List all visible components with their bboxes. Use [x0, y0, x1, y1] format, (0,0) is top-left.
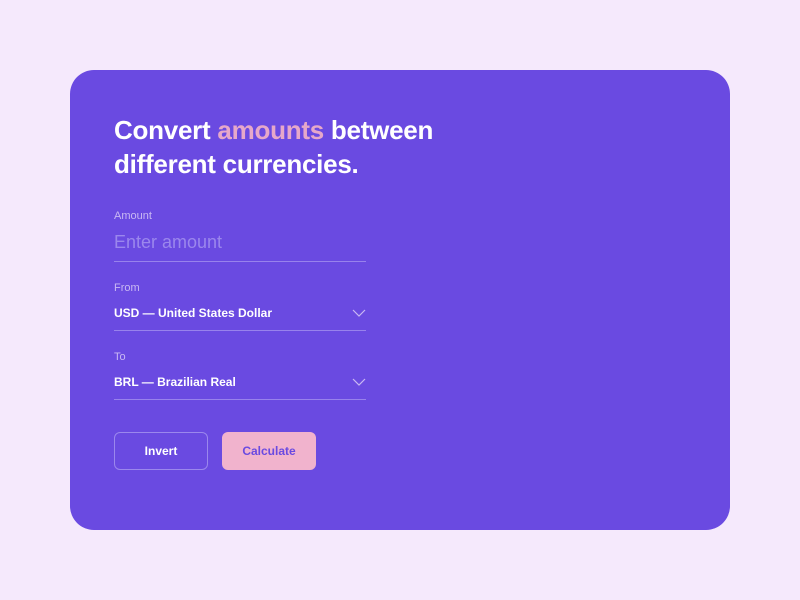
- amount-input[interactable]: [114, 228, 366, 262]
- to-label: To: [114, 351, 366, 363]
- from-field: From USD — United States Dollar: [114, 282, 366, 331]
- chevron-down-icon: [352, 304, 366, 322]
- from-selected-value: USD — United States Dollar: [114, 306, 272, 320]
- invert-button[interactable]: Invert: [114, 432, 208, 470]
- from-label: From: [114, 282, 366, 294]
- calculate-button[interactable]: Calculate: [222, 432, 316, 470]
- amount-field: Amount: [114, 210, 366, 262]
- heading-accent: amounts: [217, 115, 324, 145]
- from-select[interactable]: USD — United States Dollar: [114, 300, 366, 331]
- button-row: Invert Calculate: [114, 432, 366, 470]
- converter-form: Amount From USD — United States Dollar T…: [114, 210, 366, 470]
- heading-part1: Convert: [114, 115, 217, 145]
- page-heading: Convert amounts between different curren…: [114, 114, 434, 182]
- amount-label: Amount: [114, 210, 366, 222]
- to-select[interactable]: BRL — Brazilian Real: [114, 369, 366, 400]
- to-field: To BRL — Brazilian Real: [114, 351, 366, 400]
- to-selected-value: BRL — Brazilian Real: [114, 375, 236, 389]
- converter-card: Convert amounts between different curren…: [70, 70, 730, 530]
- chevron-down-icon: [352, 373, 366, 391]
